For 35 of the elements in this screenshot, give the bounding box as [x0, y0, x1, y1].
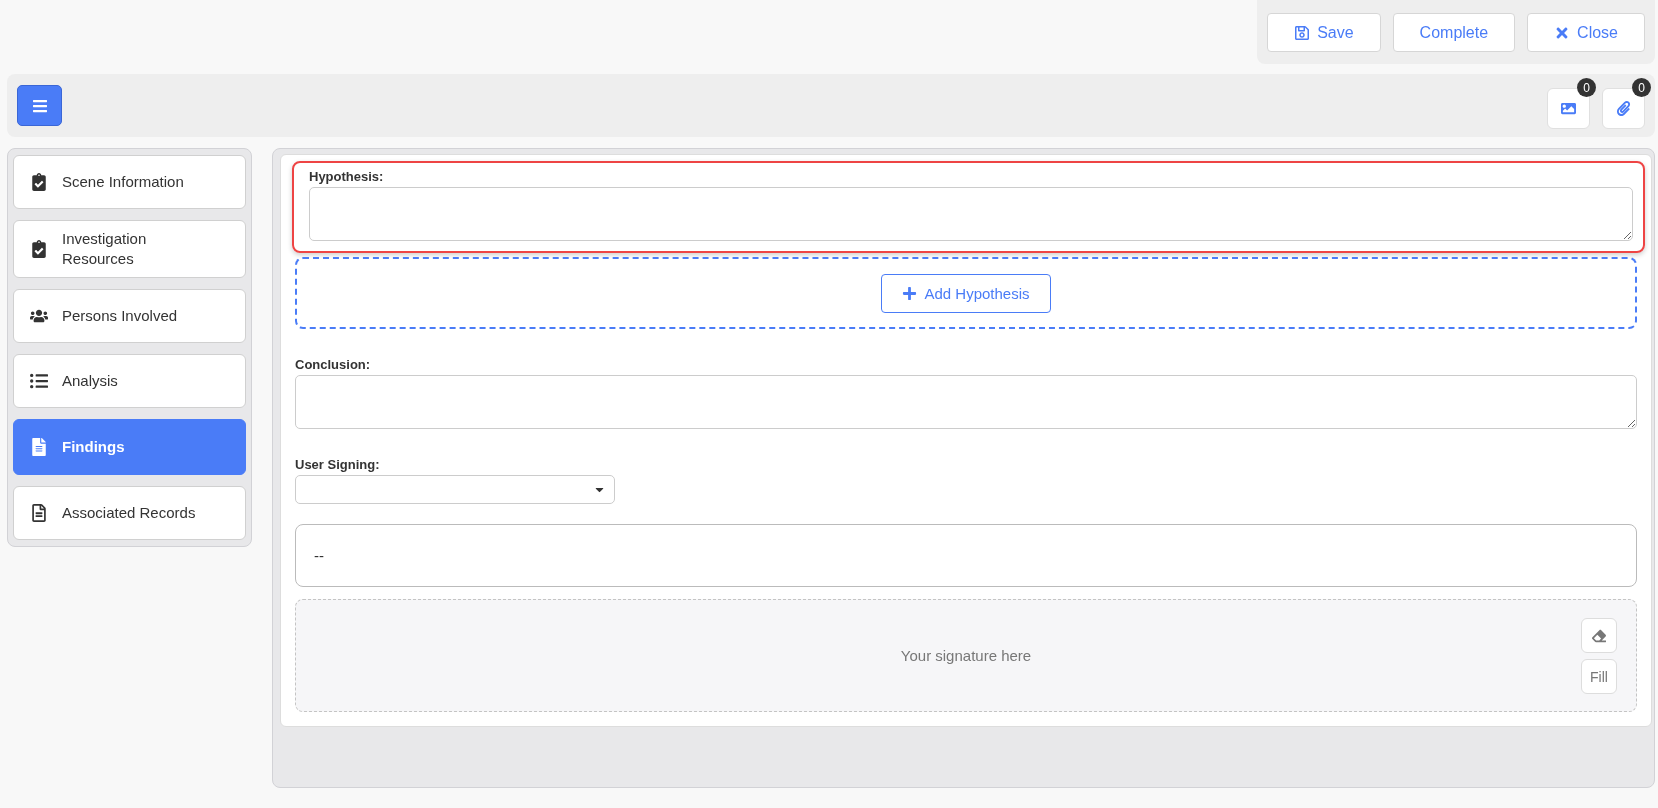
menu-button[interactable]	[17, 85, 62, 126]
sidebar-item[interactable]: Associated Records	[13, 486, 246, 540]
sidebar-item[interactable]: Analysis	[13, 354, 246, 408]
paperclip-icon	[1616, 101, 1631, 116]
users-icon	[30, 307, 48, 325]
sidebar-item[interactable]: Persons Involved	[13, 289, 246, 343]
add-hypothesis-button[interactable]: Add Hypothesis	[881, 273, 1051, 313]
list-icon	[30, 372, 48, 390]
document-icon	[30, 438, 48, 456]
hypothesis-field[interactable]	[309, 187, 1633, 241]
field-label: Conclusion:	[295, 357, 372, 372]
conclusion-field[interactable]	[295, 375, 1637, 429]
eraser-icon	[1592, 628, 1606, 643]
action-button[interactable]: Close	[1527, 13, 1645, 52]
fill-button[interactable]: Fill	[1581, 659, 1617, 694]
count-badge: 0	[1632, 78, 1651, 97]
field-label: User Signing:	[295, 457, 381, 472]
menu-icon	[31, 97, 48, 114]
eraser-button[interactable]	[1581, 618, 1617, 653]
signature-placeholder: Your signature here	[899, 647, 1033, 664]
action-button[interactable]: Complete	[1392, 13, 1516, 52]
plus-icon	[902, 285, 918, 301]
sidebar-item[interactable]: Scene Information	[13, 155, 246, 209]
document-icon	[30, 504, 48, 522]
clipboard-check-icon	[30, 240, 48, 258]
sidebar-item[interactable]: Findings	[13, 419, 246, 475]
save-icon	[1294, 24, 1311, 41]
action-button[interactable]: Save	[1267, 13, 1381, 52]
count-badge: 0	[1577, 78, 1596, 97]
sidebar-item[interactable]: Investigation Resources	[13, 220, 246, 278]
field-label: Hypothesis:	[309, 169, 385, 184]
clipboard-check-icon	[30, 173, 48, 191]
signature-pad[interactable]: Your signature here Fill	[295, 599, 1637, 712]
signer-display: --	[295, 524, 1637, 587]
image-icon	[1561, 101, 1576, 116]
